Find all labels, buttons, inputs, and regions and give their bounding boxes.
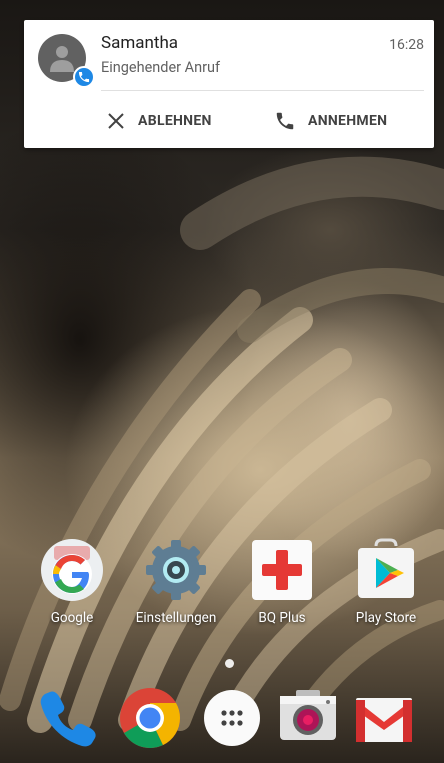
chrome-icon[interactable] [118,686,182,750]
decline-button[interactable]: ABLEHNEN [106,106,212,136]
app-label: Google [50,610,94,626]
close-icon [108,113,124,129]
app-label: Play Store [355,610,417,626]
google-icon [41,539,103,601]
caller-name: Samantha [101,33,179,53]
call-status: Eingehender Anruf [101,59,221,76]
accept-label: ANNEHMEN [308,113,388,129]
dock [0,686,444,758]
incoming-call-notification[interactable]: Samantha Eingehender Anruf 16:28 ABLEHNE… [24,20,434,148]
camera-icon[interactable] [276,686,340,750]
bq-plus-icon [252,540,312,600]
play-store-icon [358,538,414,598]
phone-icon[interactable] [36,686,100,750]
call-badge-icon [73,66,95,88]
app-label: Einstellungen [135,610,217,626]
phone-icon [276,112,294,130]
notification-time: 16:28 [389,37,424,53]
settings-icon [146,540,206,600]
app-drawer-icon[interactable] [200,686,264,750]
decline-label: ABLEHNEN [138,113,212,129]
home-screen: Samantha Eingehender Anruf 16:28 ABLEHNE… [0,0,444,763]
accept-button[interactable]: ANNEHMEN [274,106,387,136]
page-indicator [225,659,234,668]
person-icon [50,46,74,72]
app-label: BQ Plus [258,610,306,626]
gmail-icon[interactable] [352,686,416,750]
divider [101,90,424,91]
